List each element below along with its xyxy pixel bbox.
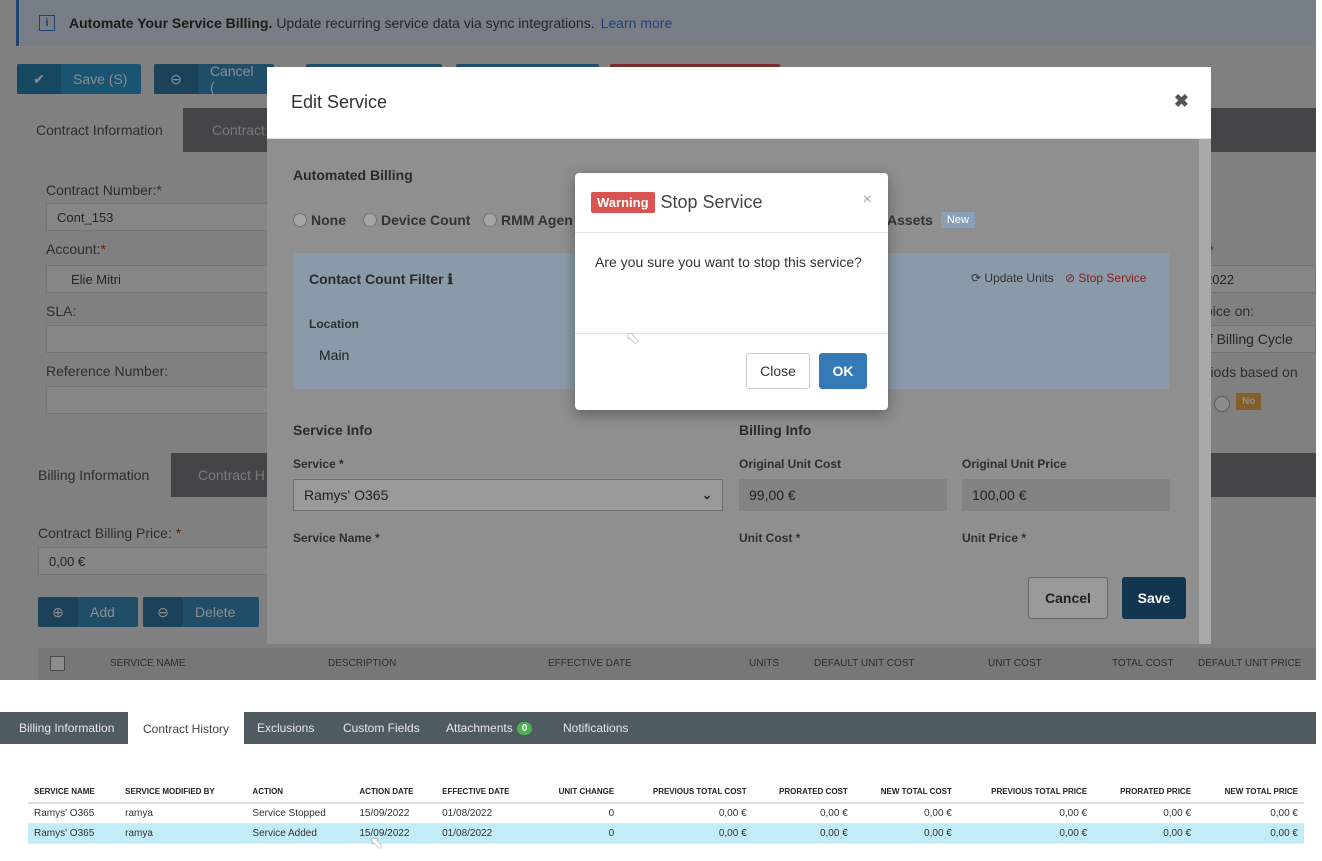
col-previous-total-price[interactable]: PREVIOUS TOTAL PRICE [957,781,1094,804]
edit-save-button[interactable]: Save [1122,577,1186,619]
cell: Ramys' O365 [28,803,120,824]
service-name-label: Service Name * [293,531,380,545]
stop-service-link[interactable]: ⊘ Stop Service [1065,271,1146,285]
unit-price-label: Unit Price * [962,531,1027,545]
warning-badge: Warning [591,192,655,213]
cell: 01/08/2022 [436,823,536,844]
edit-service-title: Edit Service [291,92,388,112]
col-action[interactable]: ACTION [246,781,354,804]
billing-info-title: Billing Info [739,422,812,438]
col-action-date[interactable]: ACTION DATE [353,781,437,804]
mouse-cursor-icon: ⬉ [370,835,384,852]
col-effective-date[interactable]: EFFECTIVE DATE [436,781,536,804]
info-circle-icon: ℹ [447,271,453,287]
cell: 0,00 € [1197,823,1304,844]
tab-exclusions[interactable]: Exclusions [244,712,327,744]
chevron-down-icon: ⌄ [701,488,712,502]
radio-rmm-agent[interactable]: RMM Agen [483,212,573,228]
col-service-modified-by[interactable]: SERVICE MODIFIED BY [119,781,247,804]
cell: 15/09/2022 [353,803,437,824]
col-prorated-cost[interactable]: PRORATED COST [752,781,854,804]
original-unit-cost-label: Original Unit Cost [739,457,841,471]
col-new-total-price[interactable]: NEW TOTAL PRICE [1197,781,1304,804]
service-label: Service * [293,457,344,471]
tab-billing-information-2[interactable]: Billing Information [6,712,127,744]
dialog-header: Warning Stop Service [575,173,888,233]
table-row[interactable]: Ramys' O365 ramya Service Added 15/09/20… [28,823,1304,844]
dialog-divider [575,333,888,334]
original-unit-price-field: 100,00 € [962,479,1170,511]
mouse-cursor-icon: ⬉ [626,330,640,347]
cell: Service Added [246,823,354,844]
tab-notifications[interactable]: Notifications [550,712,641,744]
history-tabbar: Billing Information Contract History Exc… [0,712,1316,745]
cell: 0,00 € [957,803,1094,824]
refresh-icon: ⟳ [971,271,982,285]
cell: 0,00 € [752,823,854,844]
service-select[interactable]: Ramys' O365 ⌄ [293,479,723,511]
original-unit-cost-field: 99,00 € [739,479,947,511]
col-prorated-price[interactable]: PRORATED PRICE [1093,781,1198,804]
cell: 0 [535,803,621,824]
original-unit-price-label: Original Unit Price [962,457,1067,471]
service-info-title: Service Info [293,422,373,438]
contract-history-table: SERVICE NAME SERVICE MODIFIED BY ACTION … [28,781,1304,844]
radio-device-count[interactable]: Device Count [363,212,470,228]
tab-contract-history-2[interactable]: Contract History [128,712,245,745]
cell: 0 [535,823,621,844]
cell: 01/08/2022 [436,803,536,824]
close-icon[interactable]: ✖ [1174,91,1189,112]
cell: 0,00 € [853,803,958,824]
ban-icon: ⊘ [1065,271,1076,285]
dialog-title: Stop Service [660,192,763,212]
cell: 15/09/2022 [353,823,437,844]
radio-assets[interactable]: Assets New [887,212,975,228]
edit-cancel-button[interactable]: Cancel [1028,577,1108,619]
cell: 0,00 € [957,823,1094,844]
cell: 0,00 € [1093,803,1198,824]
stop-service-dialog: Warning Stop Service × Are you sure you … [575,173,888,410]
modal-scrollbar[interactable] [1199,139,1211,644]
location-label: Location [309,317,359,331]
table-row[interactable]: Ramys' O365 ramya Service Stopped 15/09/… [28,803,1304,824]
cell: 0,00 € [853,823,958,844]
filter-title: Contact Count Filter ℹ [309,271,453,287]
col-previous-total-cost[interactable]: PREVIOUS TOTAL COST [620,781,753,804]
unit-cost-label: Unit Cost * [739,531,801,545]
radio-none[interactable]: None [293,212,346,228]
attachments-count-badge: 0 [516,721,533,735]
cell: Ramys' O365 [28,823,120,844]
cell: Service Stopped [246,803,354,824]
dialog-message: Are you sure you want to stop this servi… [595,254,862,270]
cell: ramya [119,823,247,844]
edit-service-header: Edit Service ✖ [267,67,1211,139]
update-units-link[interactable]: ⟳ Update Units [971,271,1054,285]
close-icon[interactable]: × [863,191,872,209]
cell: 0,00 € [752,803,854,824]
ok-button[interactable]: OK [819,353,867,389]
location-field[interactable]: Main [309,339,609,371]
col-new-total-cost[interactable]: NEW TOTAL COST [853,781,958,804]
close-button[interactable]: Close [746,353,810,389]
tab-attachments[interactable]: Attachments 0 [433,712,545,744]
cell: 0,00 € [1093,823,1198,844]
tab-custom-fields[interactable]: Custom Fields [330,712,433,744]
new-badge: New [940,212,975,228]
automated-billing-title: Automated Billing [293,167,413,183]
cell: ramya [119,803,247,824]
col-unit-change[interactable]: UNIT CHANGE [535,781,621,804]
cell: 0,00 € [620,803,753,824]
contract-page: i Automate Your Service Billing. Update … [0,0,1316,680]
cell: 0,00 € [1197,803,1304,824]
table-header-row: SERVICE NAME SERVICE MODIFIED BY ACTION … [28,781,1304,804]
cell: 0,00 € [620,823,753,844]
col-service-name[interactable]: SERVICE NAME [28,781,120,804]
